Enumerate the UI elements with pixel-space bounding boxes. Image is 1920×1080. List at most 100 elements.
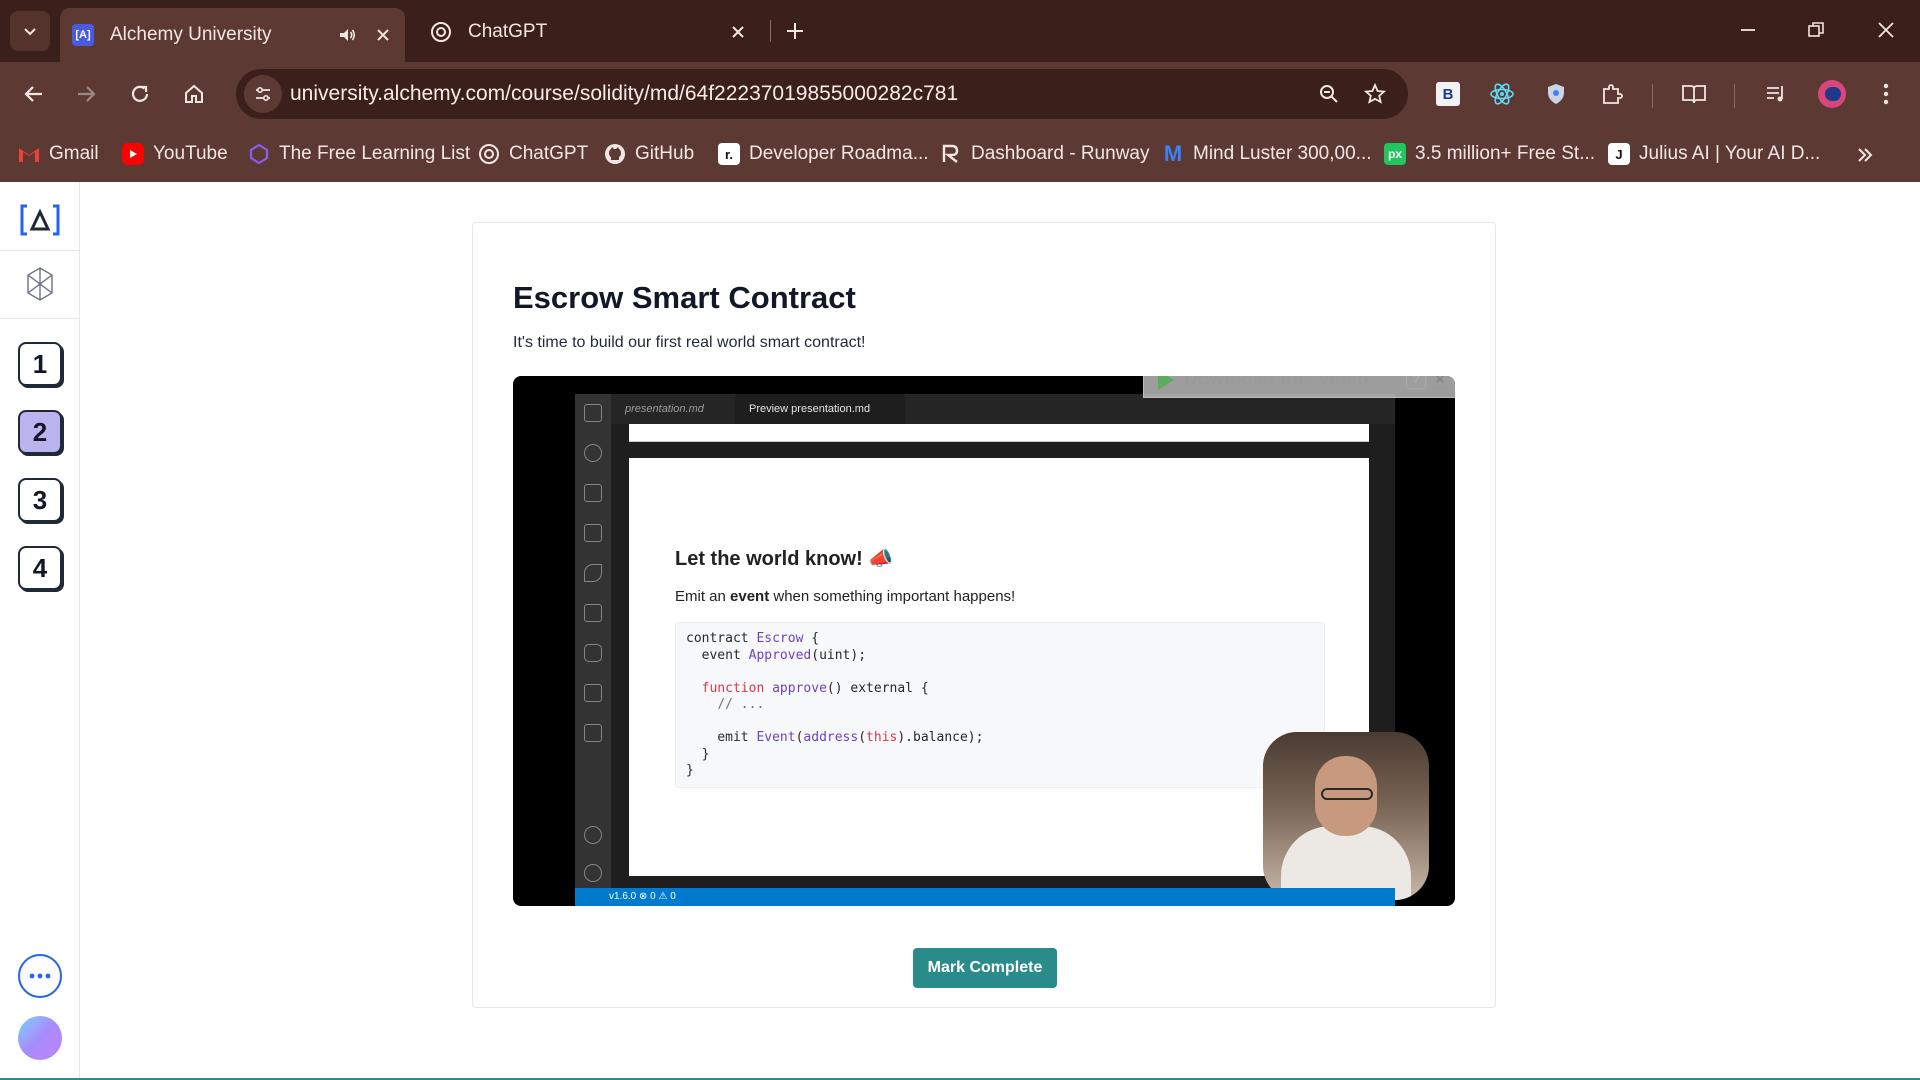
lesson-description: It's time to build our first real world … — [513, 334, 866, 351]
presenter-glasses — [1321, 788, 1373, 800]
speaker-icon[interactable] — [333, 21, 361, 49]
bookmark-pixabay[interactable]: px 3.5 million+ Free St... — [1384, 140, 1595, 168]
plant-icon — [584, 564, 602, 582]
bookmark-label: Developer Roadma... — [749, 143, 929, 164]
bookmark-developer-roadmap[interactable]: r. Developer Roadma... — [718, 140, 929, 168]
chatgpt-icon — [478, 143, 500, 165]
reload-icon — [131, 85, 149, 102]
editor-activity-bar — [575, 394, 611, 888]
youtube-icon — [122, 143, 144, 165]
run-icon — [584, 484, 602, 502]
extensions-puzzle-icon[interactable] — [1596, 78, 1628, 110]
more-options-button[interactable] — [18, 954, 62, 998]
ellipsis-icon — [29, 973, 51, 979]
tab-title: ChatGPT — [468, 20, 548, 42]
remote-icon — [584, 684, 602, 702]
step-4-button[interactable]: 4 — [18, 546, 62, 590]
bookmark-mind-luster[interactable]: M Mind Luster 300,00... — [1162, 140, 1372, 168]
user-avatar[interactable] — [18, 1016, 62, 1060]
bookmark-gmail[interactable]: Gmail — [18, 140, 99, 168]
profile-avatar[interactable] — [1816, 78, 1848, 110]
zoom-icon[interactable] — [1314, 79, 1344, 109]
step-2-button[interactable]: 2 — [18, 410, 62, 454]
presenter-webcam — [1263, 732, 1429, 900]
back-button[interactable] — [14, 74, 54, 114]
restore-button[interactable] — [1786, 8, 1846, 52]
step-1-button[interactable]: 1 — [18, 342, 62, 386]
bookmark-label: YouTube — [153, 143, 228, 164]
reload-button[interactable] — [120, 74, 160, 114]
slide-heading: Let the world know! 📣 — [675, 548, 894, 570]
bookmark-youtube[interactable]: YouTube — [122, 140, 228, 168]
editor-tab-active: Preview presentation.md — [735, 394, 905, 424]
sidebar-divider — [0, 318, 80, 319]
bookmark-label: GitHub — [635, 143, 695, 164]
settings-gear-icon — [584, 864, 602, 882]
alchemy-logo[interactable] — [18, 198, 62, 242]
bookmark-star-icon[interactable] — [1360, 79, 1390, 109]
chevron-down-icon — [24, 28, 36, 36]
editor-tab: presentation.md — [625, 403, 704, 415]
tune-icon — [256, 86, 270, 102]
lesson-video-player[interactable]: presentation.md Preview presentation.md — [513, 376, 1455, 906]
code-block: contract Escrow { event Approved(uint); … — [675, 622, 1325, 788]
home-icon — [185, 84, 203, 103]
docker-icon — [584, 644, 602, 662]
tab-title: Alchemy University — [110, 24, 272, 45]
close-icon[interactable] — [724, 18, 752, 46]
close-icon[interactable] — [369, 21, 397, 49]
minimize-button[interactable] — [1718, 8, 1778, 52]
git-icon — [584, 724, 602, 742]
bookmark-julius-ai[interactable]: J Julius AI | Your AI D... — [1608, 140, 1820, 168]
page-content: 1 2 3 4 Escrow Smart Contract It's time … — [0, 182, 1920, 1080]
arrow-left-icon — [24, 86, 42, 102]
tab-search-button[interactable] — [10, 11, 50, 51]
course-sidebar: 1 2 3 4 — [0, 182, 80, 1080]
home-button[interactable] — [174, 74, 214, 114]
url-text[interactable]: university.alchemy.com/course/solidity/m… — [290, 69, 958, 119]
react-devtools-icon[interactable] — [1486, 78, 1518, 110]
restore-icon — [1808, 22, 1824, 37]
bookmark-github[interactable]: GitHub — [604, 140, 694, 168]
media-controls-icon[interactable] — [1760, 78, 1792, 110]
github-icon — [604, 143, 626, 165]
extension-b-icon[interactable]: B — [1432, 78, 1464, 110]
julius-icon: J — [1608, 143, 1630, 165]
course-map-icon[interactable] — [20, 264, 60, 304]
arrow-right-icon — [78, 86, 96, 102]
play-icon — [1158, 376, 1174, 390]
step-3-button[interactable]: 3 — [18, 478, 62, 522]
runway-icon — [940, 143, 962, 165]
learning-list-icon — [248, 143, 270, 165]
help-icon[interactable]: ? — [1406, 376, 1426, 389]
close-icon[interactable]: ✕ — [1430, 376, 1450, 389]
bookmark-runway[interactable]: Dashboard - Runway — [940, 140, 1149, 168]
browser-toolbar: university.alchemy.com/course/solidity/m… — [0, 62, 1920, 126]
download-label: Download this video — [1184, 376, 1369, 390]
bookmark-free-learning-list[interactable]: The Free Learning List — [248, 140, 470, 168]
video-frame-editor: presentation.md Preview presentation.md — [575, 394, 1429, 906]
bookmark-chatgpt[interactable]: ChatGPT — [478, 140, 588, 168]
toolbar-separator — [1652, 84, 1653, 108]
close-icon — [1878, 22, 1894, 38]
alchemy-favicon: [A] — [72, 24, 94, 46]
kebab-menu-icon[interactable] — [1870, 78, 1902, 110]
forward-button[interactable] — [66, 74, 106, 114]
lesson-card: Escrow Smart Contract It's time to build… — [472, 222, 1496, 1008]
editor-status-bar: v1.6.0 ⊗ 0 ⚠ 0 — [575, 888, 1395, 906]
window-close-button[interactable] — [1856, 8, 1916, 52]
site-info-button[interactable] — [244, 75, 282, 113]
bookmarks-overflow-button[interactable] — [1850, 140, 1880, 170]
tab-chatgpt[interactable]: ChatGPT — [420, 8, 760, 55]
mark-complete-button[interactable]: Mark Complete — [913, 948, 1057, 988]
reading-mode-icon[interactable] — [1678, 78, 1710, 110]
bookmarks-bar: Gmail YouTube The Free Learning List Cha… — [0, 126, 1920, 182]
new-tab-button[interactable] — [778, 14, 812, 48]
shield-extension-icon[interactable] — [1540, 78, 1572, 110]
pixabay-icon: px — [1384, 143, 1406, 165]
download-video-overlay[interactable]: Download this video ? ✕ — [1143, 376, 1455, 398]
tab-alchemy-university[interactable]: [A] Alchemy University — [60, 8, 405, 62]
extensions-icon — [584, 524, 602, 542]
plus-icon — [787, 23, 803, 39]
address-bar[interactable]: university.alchemy.com/course/solidity/m… — [236, 69, 1408, 119]
